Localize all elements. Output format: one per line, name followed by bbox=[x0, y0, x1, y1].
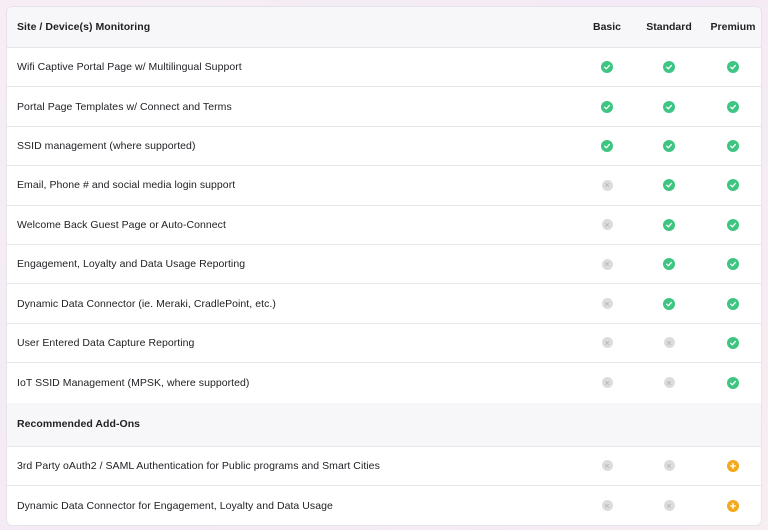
x-circle-icon bbox=[663, 377, 675, 389]
plus-circle-icon bbox=[727, 459, 739, 472]
addon-rows: 3rd Party oAuth2 / SAML Authentication f… bbox=[7, 447, 761, 525]
check-circle-icon bbox=[663, 139, 675, 152]
x-circle-icon bbox=[601, 258, 613, 270]
cell-basic bbox=[577, 166, 637, 204]
cell-standard bbox=[639, 206, 699, 244]
check-circle-icon bbox=[727, 179, 739, 192]
check-circle-icon bbox=[663, 100, 675, 113]
cell-standard bbox=[639, 324, 699, 362]
cell-basic bbox=[577, 127, 637, 165]
feature-comparison-table: Site / Device(s) Monitoring Basic Standa… bbox=[6, 6, 762, 526]
cell-basic bbox=[577, 324, 637, 362]
check-circle-icon bbox=[601, 100, 613, 113]
cell-basic bbox=[577, 363, 637, 402]
cell-standard bbox=[639, 166, 699, 204]
cell-premium bbox=[703, 284, 761, 322]
x-circle-icon bbox=[601, 500, 613, 512]
table-row: IoT SSID Management (MPSK, where support… bbox=[7, 363, 761, 402]
check-circle-icon bbox=[663, 218, 675, 231]
table-header-row: Site / Device(s) Monitoring Basic Standa… bbox=[7, 7, 761, 48]
cell-basic bbox=[577, 87, 637, 125]
cell-premium bbox=[703, 127, 761, 165]
cell-premium bbox=[703, 486, 761, 525]
cell-standard bbox=[639, 486, 699, 525]
x-circle-icon bbox=[601, 298, 613, 310]
table-row: Portal Page Templates w/ Connect and Ter… bbox=[7, 87, 761, 127]
cell-premium bbox=[703, 324, 761, 362]
x-circle-icon bbox=[663, 460, 675, 472]
cell-basic bbox=[577, 206, 637, 244]
check-circle-icon bbox=[727, 218, 739, 231]
cell-basic bbox=[577, 284, 637, 322]
table-row: Welcome Back Guest Page or Auto-Connect bbox=[7, 206, 761, 245]
cell-basic bbox=[577, 447, 637, 485]
check-circle-icon bbox=[663, 297, 675, 310]
check-circle-icon bbox=[663, 179, 675, 192]
check-circle-icon bbox=[663, 61, 675, 74]
check-circle-icon bbox=[727, 376, 739, 389]
cell-basic bbox=[577, 48, 637, 86]
cell-standard bbox=[639, 363, 699, 402]
check-circle-icon bbox=[727, 100, 739, 113]
check-circle-icon bbox=[727, 61, 739, 74]
x-circle-icon bbox=[601, 179, 613, 191]
table-row: Dynamic Data Connector for Engagement, L… bbox=[7, 486, 761, 525]
feature-rows: Wifi Captive Portal Page w/ Multilingual… bbox=[7, 48, 761, 403]
cell-premium bbox=[703, 87, 761, 125]
check-circle-icon bbox=[663, 258, 675, 271]
x-circle-icon bbox=[663, 337, 675, 349]
x-circle-icon bbox=[601, 337, 613, 349]
x-circle-icon bbox=[601, 377, 613, 389]
plus-circle-icon bbox=[727, 499, 739, 512]
addons-title: Recommended Add-Ons bbox=[17, 418, 141, 431]
addons-section-header: Recommended Add-Ons bbox=[7, 402, 761, 447]
cell-standard bbox=[639, 48, 699, 86]
plan-header-premium: Premium bbox=[710, 21, 756, 33]
cell-premium bbox=[703, 166, 761, 204]
x-circle-icon bbox=[601, 460, 613, 472]
plan-header-standard: Standard bbox=[646, 21, 692, 33]
cell-basic bbox=[577, 486, 637, 525]
cell-premium bbox=[703, 245, 761, 283]
cell-standard bbox=[639, 245, 699, 283]
cell-standard bbox=[639, 127, 699, 165]
cell-premium bbox=[703, 447, 761, 485]
x-circle-icon bbox=[601, 219, 613, 231]
check-circle-icon bbox=[601, 61, 613, 74]
cell-premium bbox=[703, 363, 761, 402]
cell-premium bbox=[703, 206, 761, 244]
check-circle-icon bbox=[601, 139, 613, 152]
cell-standard bbox=[639, 447, 699, 485]
table-row: SSID management (where supported) bbox=[7, 127, 761, 167]
table-row: 3rd Party oAuth2 / SAML Authentication f… bbox=[7, 447, 761, 486]
check-circle-icon bbox=[727, 297, 739, 310]
table-row: Engagement, Loyalty and Data Usage Repor… bbox=[7, 245, 761, 285]
table-row: Wifi Captive Portal Page w/ Multilingual… bbox=[7, 48, 761, 88]
table-row: Dynamic Data Connector (ie. Meraki, Crad… bbox=[7, 284, 761, 324]
cell-standard bbox=[639, 87, 699, 125]
table-row: User Entered Data Capture Reporting bbox=[7, 324, 761, 364]
check-circle-icon bbox=[727, 336, 739, 349]
table-row: Email, Phone # and social media login su… bbox=[7, 166, 761, 206]
cell-standard bbox=[639, 284, 699, 322]
plan-header-basic: Basic bbox=[592, 21, 622, 33]
cell-premium bbox=[703, 48, 761, 86]
check-circle-icon bbox=[727, 258, 739, 271]
cell-basic bbox=[577, 245, 637, 283]
check-circle-icon bbox=[727, 139, 739, 152]
x-circle-icon bbox=[663, 500, 675, 512]
